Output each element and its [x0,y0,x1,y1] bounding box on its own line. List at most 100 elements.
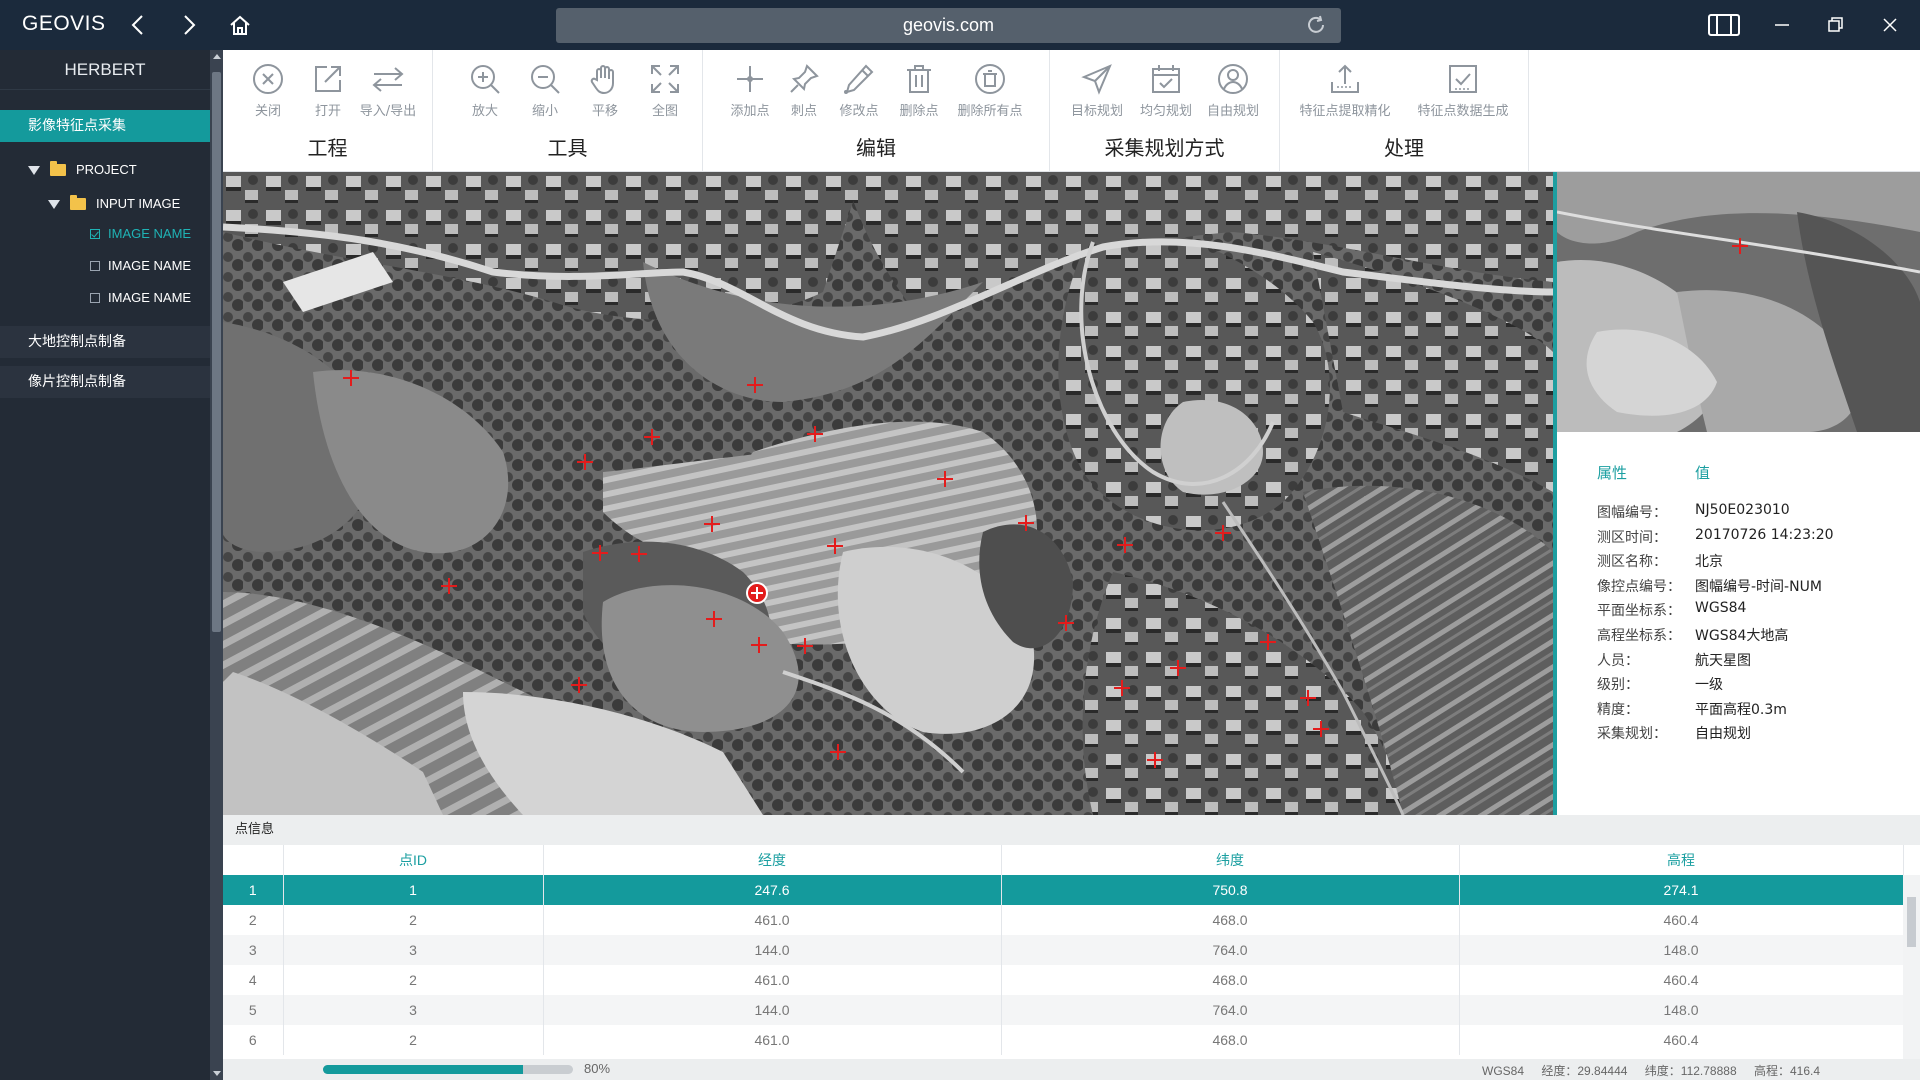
control-point-marker[interactable] [644,429,660,445]
feature-data-generate-button[interactable]: 特征点数据生成 [1417,62,1509,119]
import-export-button[interactable]: 导入/导出 [358,62,418,119]
table-row[interactable]: 1 1 247.6 750.8 274.1 [223,875,1904,905]
control-point-marker[interactable] [747,377,763,393]
control-point-marker[interactable] [1300,690,1316,706]
table-row[interactable]: 2 2 461.0 468.0 460.4 [223,905,1904,935]
free-plan-button[interactable]: 自由规划 [1203,62,1263,119]
control-point-marker[interactable] [797,638,813,654]
control-point-marker[interactable] [1147,752,1163,768]
group-title: 处理 [1384,136,1424,160]
control-point-marker[interactable] [577,454,593,470]
scroll-down-icon[interactable] [213,1071,221,1076]
table-scrollbar[interactable] [1903,875,1920,1063]
restore-icon[interactable] [1826,0,1846,50]
checkbox[interactable] [90,261,100,271]
table-cell: 4 [223,965,284,995]
scroll-up-icon[interactable] [213,54,221,59]
column-header[interactable]: 经度 [543,845,1002,875]
property-row: 平面坐标系： WGS84 [1597,600,1746,622]
property-value: 20170726 14:23:20 [1695,526,1834,543]
scroll-thumb[interactable] [1907,897,1916,947]
status-bar: 80% WGS84 经度：29.84444 纬度：112.78888 高程：41… [223,1059,1920,1080]
reload-icon[interactable] [1305,14,1327,40]
control-point-marker[interactable] [807,426,823,442]
property-value: 北京 [1695,554,1723,571]
back-icon[interactable] [125,0,149,50]
address-bar[interactable]: geovis.com [556,8,1341,43]
tree-node-image[interactable]: IMAGE NAME [90,286,191,310]
control-point-marker[interactable] [1260,634,1276,650]
table-cell: 460.4 [1459,1025,1904,1055]
selected-control-point-marker[interactable] [746,582,768,604]
property-key: 精度： [1597,701,1639,718]
control-point-marker[interactable] [1117,537,1133,553]
tree-node-image[interactable]: IMAGE NAME [90,222,191,246]
tree-node-project[interactable]: PROJECT [28,158,137,182]
elev-readout: 高程：416.4 [1753,1064,1820,1078]
group-title: 工程 [307,136,348,160]
column-header[interactable]: 纬度 [1001,845,1460,875]
control-point-marker[interactable] [441,578,457,594]
map-view[interactable] [223,172,1553,815]
control-point-marker[interactable] [1114,680,1130,696]
group-processing: 特征点提取精化 特征点数据生成 处理 [1280,50,1529,172]
table-row[interactable]: 5 3 144.0 764.0 148.0 [223,995,1904,1025]
expand-triangle-icon[interactable] [28,165,40,175]
sidebar-scrollbar[interactable] [210,50,223,1080]
table-cell: 1 [283,875,544,905]
panel-toggle-icon[interactable] [1707,0,1741,50]
column-header[interactable] [223,845,284,875]
checkbox[interactable] [90,293,100,303]
column-header[interactable]: 高程 [1459,845,1904,875]
control-point-marker[interactable] [751,637,767,653]
sidebar-item-geodetic-control[interactable]: 大地控制点制备 [0,326,210,358]
control-point-marker[interactable] [827,538,843,554]
control-point-marker[interactable] [1313,721,1329,737]
properties-panel: 属性 值 图幅编号： NJ50E023010 测区时间： 20170726 14:23… [1557,432,1920,815]
tree-label: IMAGE NAME [108,258,192,273]
table-row[interactable]: 4 2 461.0 468.0 460.4 [223,965,1904,995]
control-point-marker[interactable] [631,546,647,562]
control-point-marker[interactable] [343,370,359,386]
props-header-key: 属性 [1597,464,1628,482]
feature-extract-button[interactable]: 特征点提取精化 [1299,62,1391,119]
delete-all-points-button[interactable]: 删除所有点 [957,62,1023,119]
close-window-icon[interactable] [1880,0,1900,50]
expand-triangle-icon[interactable] [48,199,60,209]
aerial-image [223,172,1553,815]
checkbox[interactable] [90,229,100,239]
props-header-value: 值 [1695,464,1711,482]
tool-label: 导入/导出 [359,104,417,119]
forward-icon[interactable] [178,0,202,50]
table-row[interactable]: 6 2 461.0 468.0 460.4 [223,1025,1904,1055]
control-point-marker[interactable] [1058,615,1074,631]
control-point-marker[interactable] [830,744,846,760]
minimize-icon[interactable] [1772,0,1792,50]
full-extent-button[interactable]: 全图 [635,62,695,119]
table-cell: 2 [283,1025,544,1055]
table-cell: 460.4 [1459,965,1904,995]
home-icon[interactable] [226,0,254,50]
overview-map[interactable] [1557,172,1920,432]
scroll-thumb[interactable] [212,72,221,632]
control-point-marker[interactable] [704,516,720,532]
control-point-marker[interactable] [592,545,608,561]
table-cell: 468.0 [1001,905,1460,935]
control-point-marker[interactable] [706,611,722,627]
table-cell: 5 [223,995,284,1025]
point-table: 点ID 经度 纬度 高程 1 1 247.6 750.8 274.1 2 2 461.0 468.0 4… [223,845,1904,1055]
sidebar: HERBERT 影像特征点采集 PROJECT INPUT IMAGE IMAG… [0,50,210,1080]
column-header[interactable]: 点ID [283,845,544,875]
control-point-marker[interactable] [1215,525,1231,541]
control-point-marker[interactable] [1170,660,1186,676]
control-point-marker[interactable] [571,677,587,693]
sidebar-item-photo-control[interactable]: 像片控制点制备 [0,366,210,398]
table-row[interactable]: 3 3 144.0 764.0 148.0 [223,935,1904,965]
control-point-marker[interactable] [937,471,953,487]
lon-readout: 经度：29.84444 [1541,1064,1628,1078]
control-point-marker[interactable] [1018,515,1034,531]
table-cell: 750.8 [1001,875,1460,905]
tree-node-input-image[interactable]: INPUT IMAGE [48,192,180,216]
tree-node-image[interactable]: IMAGE NAME [90,254,191,278]
sidebar-item-feature-collection[interactable]: 影像特征点采集 [0,110,210,142]
